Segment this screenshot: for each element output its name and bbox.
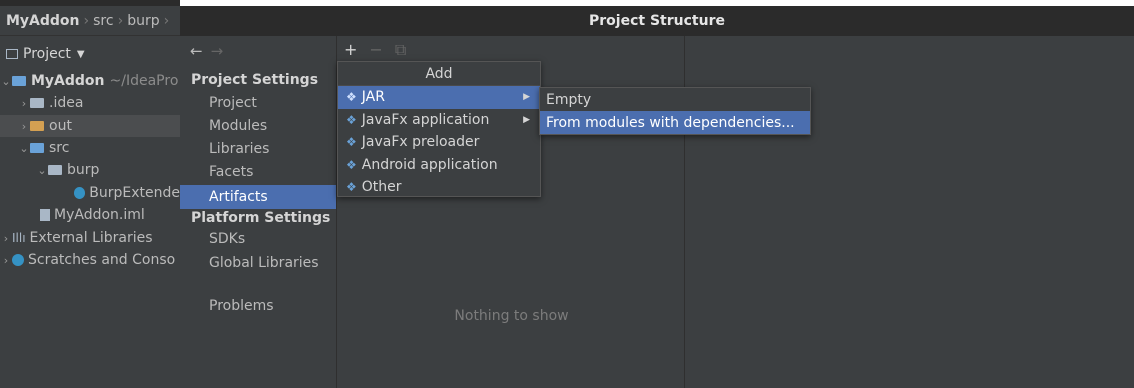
- tree-item-out[interactable]: › out: [0, 115, 180, 137]
- tree-item-idea[interactable]: › .idea: [0, 92, 180, 114]
- menu-item-label: JavaFx preloader: [361, 134, 480, 151]
- artifact-type-icon: ❖: [346, 135, 357, 150]
- nav-item-libraries[interactable]: Libraries: [180, 138, 336, 160]
- project-view-label: Project: [23, 46, 71, 62]
- collapse-arrow-icon[interactable]: ›: [0, 254, 12, 267]
- nav-item-project[interactable]: Project: [180, 92, 336, 114]
- menu-item-label: JAR: [361, 89, 385, 106]
- artifact-type-icon: ❖: [346, 90, 357, 105]
- package-icon: [48, 165, 62, 175]
- tree-item-path: ~/IdeaPro: [109, 73, 179, 89]
- menu-item-javafx-preloader[interactable]: ❖ JavaFx preloader: [338, 131, 540, 154]
- jar-submenu: Empty From modules with dependencies...: [539, 87, 811, 135]
- tree-item-myaddon[interactable]: ⌄ MyAddon ~/IdeaPro: [0, 70, 180, 92]
- menu-item-label: JavaFx application: [361, 111, 490, 128]
- project-view-icon: [6, 49, 18, 59]
- settings-navigation: ← → Project Settings Project Modules Libr…: [180, 36, 337, 388]
- tree-item-src[interactable]: ⌄ src: [0, 137, 180, 159]
- history-nav: ← →: [190, 42, 223, 60]
- forward-arrow-icon[interactable]: →: [211, 42, 224, 60]
- nav-item-global-libraries[interactable]: Global Libraries: [180, 252, 336, 274]
- collapse-arrow-icon[interactable]: ›: [0, 232, 12, 245]
- tree-item-scratches[interactable]: › Scratches and Conso: [0, 249, 180, 271]
- scratches-icon: [12, 254, 24, 266]
- breadcrumb: MyAddon › src › burp ›: [0, 6, 180, 36]
- expand-arrow-icon[interactable]: ⌄: [36, 164, 48, 177]
- chevron-down-icon: ▼: [76, 48, 85, 60]
- breadcrumb-separator-icon: ›: [117, 12, 124, 29]
- tree-item-label: BurpExtende: [89, 185, 180, 201]
- source-folder-icon: [30, 143, 44, 153]
- tree-item-label: .idea: [49, 95, 84, 111]
- breadcrumb-separator-icon: ›: [163, 12, 170, 29]
- tree-item-myaddon-iml[interactable]: MyAddon.iml: [0, 204, 180, 226]
- menu-item-javafx-application[interactable]: ❖ JavaFx application ▶: [338, 109, 540, 132]
- menu-item-label: Android application: [361, 156, 498, 173]
- menu-item-label: Other: [361, 179, 402, 196]
- submenu-item-empty[interactable]: Empty: [540, 88, 810, 111]
- folder-icon: [30, 98, 44, 108]
- breadcrumb-item-src[interactable]: src: [93, 13, 113, 29]
- copy-icon[interactable]: ⧉: [395, 40, 406, 60]
- expand-arrow-icon[interactable]: ⌄: [0, 75, 12, 88]
- submenu-arrow-icon: ▶: [523, 92, 530, 103]
- project-view-selector[interactable]: Project ▼: [0, 41, 180, 67]
- add-artifact-menu: Add ❖ JAR ▶ ❖ JavaFx application ▶ ❖ Jav…: [337, 61, 541, 197]
- remove-icon[interactable]: −: [369, 40, 382, 60]
- add-icon[interactable]: +: [344, 40, 357, 60]
- menu-item-other[interactable]: ❖ Other: [338, 176, 540, 199]
- nav-item-artifacts[interactable]: Artifacts: [180, 185, 336, 209]
- nav-item-sdks[interactable]: SDKs: [180, 228, 336, 250]
- nav-item-problems[interactable]: Problems: [180, 295, 336, 317]
- breadcrumb-item-burp[interactable]: burp: [127, 13, 159, 29]
- menu-item-jar[interactable]: ❖ JAR ▶: [338, 86, 540, 109]
- artifact-type-icon: ❖: [346, 112, 357, 127]
- menu-item-android-application[interactable]: ❖ Android application: [338, 154, 540, 177]
- tree-item-external-libraries[interactable]: › Illı External Libraries: [0, 227, 180, 249]
- platform-settings-header: Platform Settings: [191, 210, 331, 226]
- tree-item-burpextender[interactable]: BurpExtende: [0, 182, 180, 204]
- tree-item-label: Scratches and Conso: [28, 252, 176, 268]
- module-folder-icon: [12, 76, 26, 86]
- expand-arrow-icon[interactable]: ⌄: [18, 142, 30, 155]
- submenu-arrow-icon: ▶: [523, 114, 530, 125]
- iml-file-icon: [40, 209, 50, 221]
- nav-item-facets[interactable]: Facets: [180, 161, 336, 183]
- dialog-title-bar[interactable]: Project Structure: [180, 6, 1134, 36]
- add-menu-title: Add: [338, 62, 540, 86]
- submenu-item-from-modules[interactable]: From modules with dependencies...: [540, 111, 810, 134]
- tree-item-label: burp: [67, 162, 100, 178]
- tree-item-label: External Libraries: [29, 230, 153, 246]
- back-arrow-icon[interactable]: ←: [190, 42, 203, 60]
- tree-item-burp[interactable]: ⌄ burp: [0, 159, 180, 181]
- project-structure-dialog: Project Structure ← → Project Settings Pr…: [180, 0, 1134, 388]
- dialog-title: Project Structure: [589, 13, 725, 29]
- artifact-type-icon: ❖: [346, 157, 357, 172]
- nav-item-modules[interactable]: Modules: [180, 115, 336, 137]
- breadcrumb-item-project[interactable]: MyAddon: [6, 13, 80, 29]
- project-settings-header: Project Settings: [191, 72, 319, 88]
- artifacts-toolbar: + − ⧉: [344, 40, 406, 60]
- tree-item-label: out: [49, 118, 72, 134]
- breadcrumb-separator-icon: ›: [83, 12, 90, 29]
- tree-item-label: MyAddon.iml: [54, 207, 145, 223]
- tree-item-label: src: [49, 140, 70, 156]
- libraries-icon: Illı: [12, 231, 26, 245]
- collapse-arrow-icon[interactable]: ›: [18, 97, 30, 110]
- class-icon: [74, 187, 86, 199]
- tree-item-label: MyAddon: [31, 73, 105, 89]
- collapse-arrow-icon[interactable]: ›: [18, 120, 30, 133]
- project-tool-window: MyAddon › src › burp › Project ▼ ⌄ MyAdd…: [0, 0, 180, 388]
- artifact-type-icon: ❖: [346, 180, 357, 195]
- excluded-folder-icon: [30, 121, 44, 131]
- empty-state-text: Nothing to show: [454, 308, 569, 324]
